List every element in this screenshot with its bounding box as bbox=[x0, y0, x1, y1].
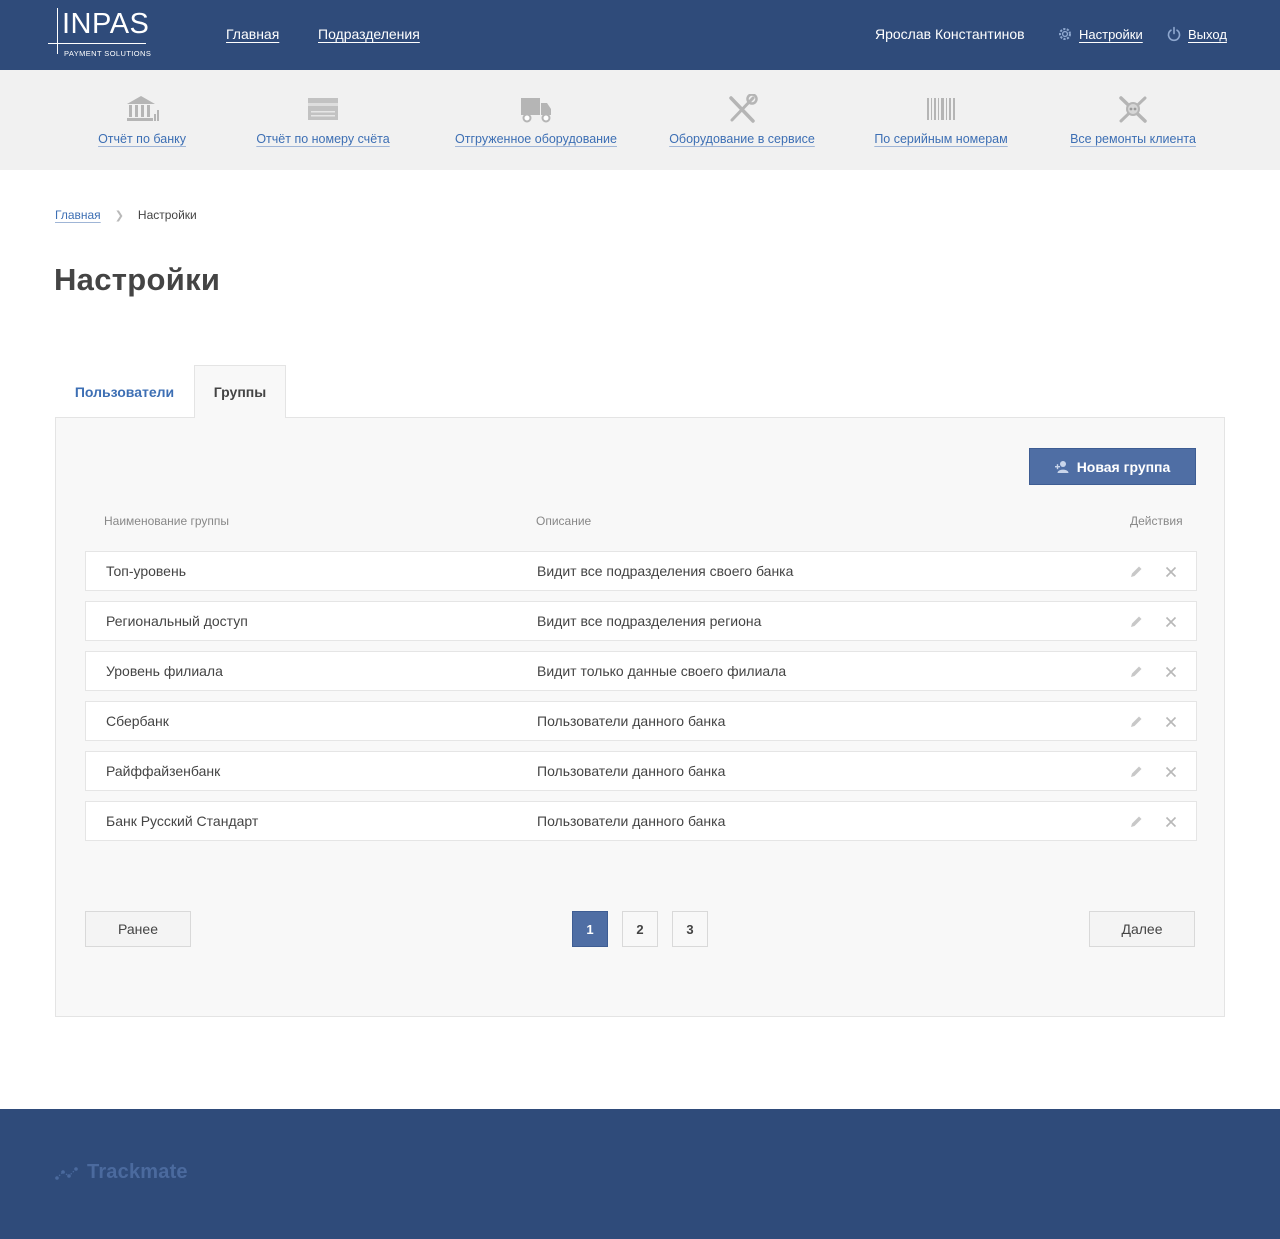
table-row[interactable]: Региональный доступ Видит все подразделе… bbox=[85, 601, 1197, 641]
close-icon[interactable] bbox=[1163, 664, 1179, 680]
inpas-logo[interactable]: INPAS PAYMENT SOLUTIONS bbox=[48, 8, 158, 62]
power-icon bbox=[1167, 26, 1181, 42]
page-3-button[interactable]: 3 bbox=[672, 911, 708, 947]
column-header-actions: Действия bbox=[1130, 514, 1183, 528]
group-name: Топ-уровень bbox=[106, 563, 186, 579]
trackmate-logo: Trackmate bbox=[55, 1161, 188, 1184]
quick-account-report[interactable]: Отчёт по номеру счёта bbox=[256, 94, 390, 146]
settings-label: Настройки bbox=[1079, 26, 1143, 42]
close-icon[interactable] bbox=[1163, 814, 1179, 830]
quick-serial-numbers-label: По серийным номерам bbox=[874, 132, 1008, 146]
logo-horizontal-line bbox=[48, 43, 146, 44]
group-description: Пользователи данного банка bbox=[537, 763, 726, 779]
quick-equipment-in-service[interactable]: Оборудование в сервисе bbox=[669, 94, 815, 146]
pencil-icon[interactable] bbox=[1128, 564, 1144, 580]
table-row[interactable]: Банк Русский Стандарт Пользователи данно… bbox=[85, 801, 1197, 841]
quick-client-repairs-label: Все ремонты клиента bbox=[1070, 132, 1196, 146]
pencil-icon[interactable] bbox=[1128, 814, 1144, 830]
pencil-icon[interactable] bbox=[1128, 664, 1144, 680]
group-description: Пользователи данного банка bbox=[537, 813, 726, 829]
quick-serial-numbers[interactable]: По серийным номерам bbox=[874, 94, 1008, 146]
add-user-icon bbox=[1054, 460, 1069, 473]
group-name: Уровень филиала bbox=[106, 663, 223, 679]
quick-equipment-in-service-label: Оборудование в сервисе bbox=[669, 132, 815, 146]
group-name: Региональный доступ bbox=[106, 613, 248, 629]
new-group-button[interactable]: Новая группа bbox=[1029, 448, 1196, 485]
close-icon[interactable] bbox=[1163, 714, 1179, 730]
page-title: Настройки bbox=[54, 262, 221, 297]
table-row[interactable]: Райффайзенбанк Пользователи данного банк… bbox=[85, 751, 1197, 791]
next-page-button[interactable]: Далее bbox=[1089, 911, 1195, 947]
group-description: Пользователи данного банка bbox=[537, 713, 726, 729]
group-name: Райффайзенбанк bbox=[106, 763, 221, 779]
group-description: Видит только данные своего филиала bbox=[537, 663, 787, 679]
column-header-name: Наименование группы bbox=[104, 514, 230, 528]
settings-link[interactable]: Настройки bbox=[1057, 26, 1143, 42]
logout-link[interactable]: Выход bbox=[1166, 26, 1227, 42]
group-name: Сбербанк bbox=[106, 713, 169, 729]
group-description: Видит все подразделения региона bbox=[537, 613, 762, 629]
breadcrumb-home[interactable]: Главная bbox=[55, 208, 101, 222]
barcode-icon bbox=[927, 98, 955, 120]
logo-text: INPAS bbox=[62, 8, 150, 40]
close-icon[interactable] bbox=[1163, 764, 1179, 780]
quick-account-report-label: Отчёт по номеру счёта bbox=[256, 132, 390, 146]
table-row[interactable]: Сбербанк Пользователи данного банка bbox=[85, 701, 1197, 741]
nav-home-link[interactable]: Главная bbox=[226, 26, 279, 42]
tab-users[interactable]: Пользователи bbox=[55, 365, 194, 418]
footer: Trackmate bbox=[0, 1109, 1280, 1239]
page-1-button[interactable]: 1 bbox=[572, 911, 608, 947]
new-group-label: Новая группа bbox=[1076, 458, 1171, 475]
truck-icon bbox=[521, 98, 551, 123]
chevron-right-icon: ❯ bbox=[114, 209, 124, 222]
quick-bank-report-label: Отчёт по банку bbox=[98, 132, 186, 146]
page-2-button[interactable]: 2 bbox=[622, 911, 658, 947]
bank-icon bbox=[127, 96, 159, 121]
groups-panel: Новая группа Наименование группы Описани… bbox=[55, 417, 1225, 1017]
pencil-icon[interactable] bbox=[1128, 764, 1144, 780]
table-row[interactable]: Топ-уровень Видит все подразделения свое… bbox=[85, 551, 1197, 591]
nav-departments-link[interactable]: Подразделения bbox=[318, 26, 420, 42]
footer-brand: Trackmate bbox=[87, 1161, 188, 1183]
quick-shipped-equipment-label: Отгруженное оборудование bbox=[455, 132, 617, 146]
logo-vertical-line bbox=[57, 8, 58, 54]
breadcrumb-current: Настройки bbox=[137, 208, 197, 222]
trackmate-logo-icon bbox=[55, 1166, 78, 1180]
tab-groups[interactable]: Группы bbox=[194, 365, 286, 418]
breadcrumb: Главная ❯ Настройки bbox=[55, 208, 197, 222]
logout-label: Выход bbox=[1188, 26, 1227, 42]
prev-page-button[interactable]: Ранее bbox=[85, 911, 191, 947]
column-header-description: Описание bbox=[536, 514, 592, 528]
quick-bank-report[interactable]: Отчёт по банку bbox=[98, 94, 186, 146]
table-row[interactable]: Уровень филиала Видит только данные свое… bbox=[85, 651, 1197, 691]
close-icon[interactable] bbox=[1163, 564, 1179, 580]
group-description: Видит все подразделения своего банка bbox=[537, 563, 794, 579]
pencil-icon[interactable] bbox=[1128, 614, 1144, 630]
repair-icon bbox=[1119, 96, 1147, 123]
quick-client-repairs[interactable]: Все ремонты клиента bbox=[1070, 94, 1196, 146]
quick-reports-bar: Отчёт по банку Отчёт по номеру счёта Отг… bbox=[0, 70, 1280, 170]
card-icon bbox=[308, 98, 338, 120]
pencil-icon[interactable] bbox=[1128, 714, 1144, 730]
top-header: INPAS PAYMENT SOLUTIONS Главная Подразде… bbox=[0, 0, 1280, 70]
user-name: Ярослав Константинов bbox=[875, 26, 1025, 42]
gear-icon bbox=[1059, 28, 1071, 40]
logo-subtitle: PAYMENT SOLUTIONS bbox=[64, 49, 152, 58]
quick-shipped-equipment[interactable]: Отгруженное оборудование bbox=[455, 94, 617, 146]
tools-icon bbox=[729, 94, 758, 123]
group-name: Банк Русский Стандарт bbox=[106, 813, 259, 829]
close-icon[interactable] bbox=[1163, 614, 1179, 630]
